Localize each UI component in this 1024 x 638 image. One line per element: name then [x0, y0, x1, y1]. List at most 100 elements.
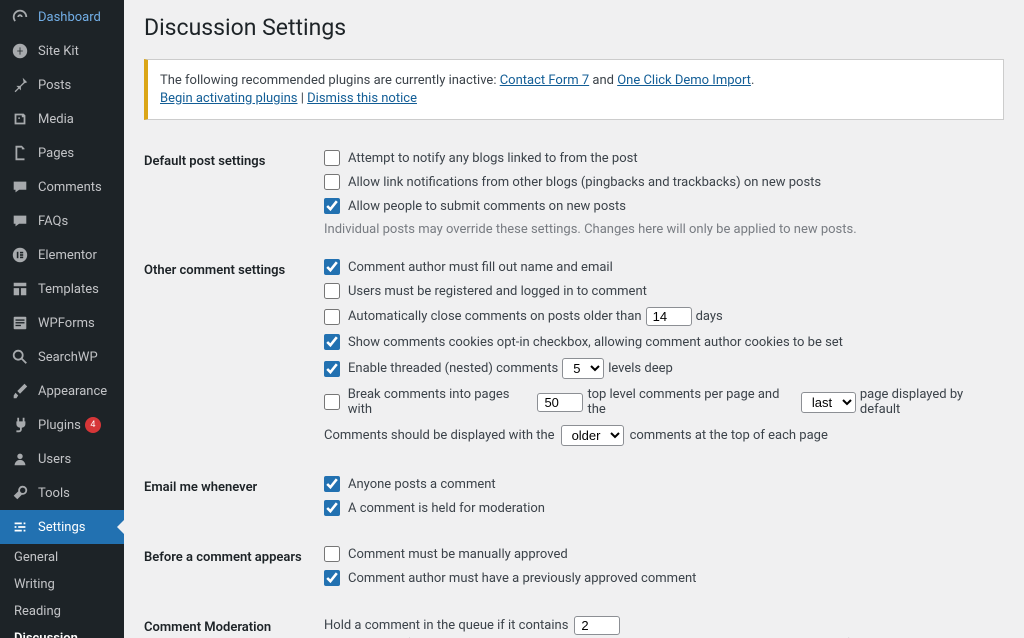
label-email-moderation: A comment is held for moderation — [348, 501, 545, 516]
sidebar-sub-writing[interactable]: Writing — [0, 571, 124, 598]
sidebar-item-plugins[interactable]: Plugins4 — [0, 408, 124, 442]
sidebar-item-wpforms[interactable]: WPForms — [0, 306, 124, 340]
checkbox-manual-approve[interactable] — [324, 546, 340, 562]
section-heading-default-post: Default post settings — [144, 138, 324, 247]
page-icon — [10, 143, 30, 163]
checkbox-auto-close[interactable] — [324, 309, 340, 325]
sidebar-sub-general[interactable]: General — [0, 544, 124, 571]
sidebar-item-appearance[interactable]: Appearance — [0, 374, 124, 408]
sitekit-icon — [10, 41, 30, 61]
sidebar-item-label: Site Kit — [38, 44, 79, 59]
section-heading-email: Email me whenever — [144, 464, 324, 534]
sidebar-item-label: Users — [38, 452, 71, 467]
checkbox-require-registration[interactable] — [324, 283, 340, 299]
sidebar-item-faqs[interactable]: FAQs — [0, 204, 124, 238]
sidebar-item-settings[interactable]: Settings — [0, 510, 124, 544]
search-icon — [10, 347, 30, 367]
sidebar-sub-discussion[interactable]: Discussion — [0, 625, 124, 638]
sidebar-item-tools[interactable]: Tools — [0, 476, 124, 510]
checkbox-require-name-email[interactable] — [324, 259, 340, 275]
sidebar-item-label: Plugins — [38, 418, 81, 433]
sidebar-item-label: Templates — [38, 282, 99, 297]
label-require-registration: Users must be registered and logged in t… — [348, 284, 647, 299]
section-heading-other: Other comment settings — [144, 247, 324, 464]
sidebar-item-comments[interactable]: Comments — [0, 170, 124, 204]
label-prev-approved: Comment author must have a previously ap… — [348, 571, 696, 586]
sidebar-item-label: Appearance — [38, 384, 107, 399]
plugin-link-contactform7[interactable]: Contact Form 7 — [500, 73, 589, 88]
comment-icon — [10, 177, 30, 197]
sidebar-item-label: Media — [38, 112, 74, 127]
sidebar-item-label: Posts — [38, 78, 71, 93]
select-comment-order[interactable]: older — [561, 425, 624, 446]
sidebar-item-elementor[interactable]: Elementor — [0, 238, 124, 272]
sidebar-item-media[interactable]: Media — [0, 102, 124, 136]
pin-icon — [10, 75, 30, 95]
checkbox-allow-comments[interactable] — [324, 198, 340, 214]
label-require-name-email: Comment author must fill out name and em… — [348, 260, 613, 275]
sidebar-item-label: Elementor — [38, 248, 97, 263]
section-heading-before: Before a comment appears — [144, 534, 324, 604]
user-icon — [10, 449, 30, 469]
input-hold-links[interactable] — [574, 616, 620, 635]
input-comments-per-page[interactable] — [537, 393, 583, 412]
select-default-page[interactable]: last — [801, 392, 856, 413]
sidebar-item-label: FAQs — [38, 214, 68, 229]
checkbox-allow-pingbacks[interactable] — [324, 174, 340, 190]
sidebar-item-pages[interactable]: Pages — [0, 136, 124, 170]
label-manual-approve: Comment must be manually approved — [348, 547, 568, 562]
checkbox-email-anyone[interactable] — [324, 476, 340, 492]
dashboard-icon — [10, 7, 30, 27]
label-break-prefix: Break comments into pages with — [348, 387, 534, 417]
checkbox-threaded[interactable] — [324, 361, 340, 377]
sidebar-item-label: Pages — [38, 146, 74, 161]
comment-icon — [10, 211, 30, 231]
label-break-mid: top level comments per page and the — [587, 387, 796, 417]
sidebar-item-posts[interactable]: Posts — [0, 68, 124, 102]
label-hold-prefix: Hold a comment in the queue if it contai… — [324, 618, 568, 633]
label-allow-comments: Allow people to submit comments on new p… — [348, 199, 626, 214]
label-pingback-notify: Attempt to notify any blogs linked to fr… — [348, 151, 638, 166]
sidebar-item-label: Dashboard — [38, 10, 101, 25]
sidebar-item-dashboard[interactable]: Dashboard — [0, 0, 124, 34]
admin-sidebar: Dashboard Site Kit Posts Media Pages Comments… — [0, 0, 124, 638]
label-break-suffix: page displayed by default — [860, 387, 1004, 417]
settings-icon — [10, 517, 30, 537]
checkbox-email-moderation[interactable] — [324, 500, 340, 516]
checkbox-prev-approved[interactable] — [324, 570, 340, 586]
tool-icon — [10, 483, 30, 503]
section-heading-moderation: Comment Moderation — [144, 604, 324, 638]
sidebar-item-site-kit[interactable]: Site Kit — [0, 34, 124, 68]
sidebar-item-searchwp[interactable]: SearchWP — [0, 340, 124, 374]
label-threaded-suffix: levels deep — [608, 361, 673, 376]
templates-icon — [10, 279, 30, 299]
checkbox-paginate[interactable] — [324, 394, 340, 410]
page-title: Discussion Settings — [144, 14, 1004, 41]
content-area: Discussion Settings The following recomm… — [124, 0, 1024, 638]
select-thread-depth[interactable]: 5 — [562, 358, 604, 379]
begin-activating-link[interactable]: Begin activating plugins — [160, 91, 298, 106]
label-display-prefix: Comments should be displayed with the — [324, 428, 555, 443]
dismiss-notice-link[interactable]: Dismiss this notice — [307, 91, 417, 106]
sidebar-item-label: Settings — [38, 520, 85, 535]
label-allow-pingbacks: Allow link notifications from other blog… — [348, 175, 821, 190]
sidebar-item-label: Tools — [38, 486, 70, 501]
elementor-icon — [10, 245, 30, 265]
wpforms-icon — [10, 313, 30, 333]
checkbox-pingback-notify[interactable] — [324, 150, 340, 166]
media-icon — [10, 109, 30, 129]
plug-icon — [10, 415, 30, 435]
sidebar-sub-reading[interactable]: Reading — [0, 598, 124, 625]
brush-icon — [10, 381, 30, 401]
plugin-notice: The following recommended plugins are cu… — [144, 59, 1004, 120]
checkbox-cookies-optin[interactable] — [324, 334, 340, 350]
plugin-link-demoimport[interactable]: One Click Demo Import — [617, 73, 751, 88]
sidebar-item-templates[interactable]: Templates — [0, 272, 124, 306]
sidebar-item-label: Comments — [38, 180, 102, 195]
label-display-suffix: comments at the top of each page — [630, 428, 828, 443]
label-threaded-prefix: Enable threaded (nested) comments — [348, 361, 558, 376]
sidebar-item-users[interactable]: Users — [0, 442, 124, 476]
input-close-days[interactable] — [646, 307, 692, 326]
default-post-desc: Individual posts may override these sett… — [324, 222, 1004, 237]
label-auto-close-prefix: Automatically close comments on posts ol… — [348, 309, 642, 324]
